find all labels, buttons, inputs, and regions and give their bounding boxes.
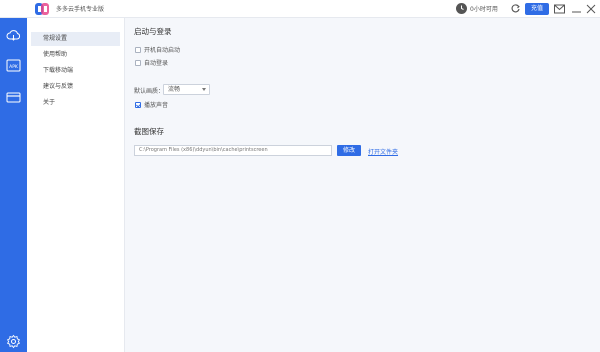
card-icon[interactable] [6, 90, 21, 105]
close-icon[interactable] [586, 4, 596, 14]
app-logo-icon [35, 3, 49, 15]
quality-label: 默认画质： [134, 88, 165, 95]
cloud-phone-icon[interactable] [6, 28, 21, 43]
startup-section-title: 启动与登录 [134, 27, 172, 36]
clock-icon [456, 3, 467, 14]
title-bar: 多多云手机专业版 0小时可用 充值 [0, 0, 600, 18]
modify-path-button[interactable]: 修改 [337, 145, 361, 156]
play-sound-checkbox[interactable]: 播放声音 [135, 100, 168, 109]
auto-login-label: 自动登录 [144, 60, 169, 67]
auto-start-label: 开机自动启动 [144, 47, 181, 54]
quality-value: 流畅 [168, 86, 181, 93]
icon-rail: APK [0, 18, 27, 352]
nav-item-download-mobile[interactable]: 下载移动端 [31, 64, 120, 78]
nav-item-help[interactable]: 使用帮助 [31, 48, 120, 62]
checkbox-box-checked[interactable] [135, 102, 141, 108]
app-title: 多多云手机专业版 [56, 6, 105, 13]
recharge-button[interactable]: 充值 [525, 3, 549, 15]
apk-icon[interactable]: APK [6, 58, 21, 73]
refresh-icon[interactable] [510, 3, 521, 14]
settings-panel: 启动与登录 开机自动启动 自动登录 默认画质： 流畅 播放声音 截图保存 C:\… [126, 18, 600, 352]
mail-icon[interactable] [554, 4, 565, 14]
screenshot-section-title: 截图保存 [134, 127, 164, 136]
open-folder-link[interactable]: 打开文件夹 [368, 147, 398, 156]
screenshot-path-input[interactable]: C:\Program Files (x86)\ddyun\bin\cache\p… [134, 145, 332, 156]
nav-item-about[interactable]: 关于 [31, 96, 120, 110]
minimize-icon[interactable] [572, 4, 581, 14]
auto-start-checkbox[interactable]: 开机自动启动 [135, 45, 180, 54]
checkbox-box[interactable] [135, 47, 141, 53]
settings-nav: 常规设置 使用帮助 下载移动端 建议与反馈 关于 [27, 18, 125, 352]
auto-login-checkbox[interactable]: 自动登录 [135, 58, 168, 67]
checkbox-box[interactable] [135, 60, 141, 66]
nav-item-general-settings[interactable]: 常规设置 [31, 32, 120, 46]
time-remaining-text: 0小时可用 [470, 6, 498, 13]
quality-select[interactable]: 流畅 [163, 84, 210, 95]
nav-item-feedback[interactable]: 建议与反馈 [31, 80, 120, 94]
settings-gear-icon[interactable] [6, 334, 21, 349]
play-sound-label: 播放声音 [144, 102, 169, 109]
chevron-down-icon [202, 88, 206, 91]
svg-text:APK: APK [9, 64, 19, 70]
